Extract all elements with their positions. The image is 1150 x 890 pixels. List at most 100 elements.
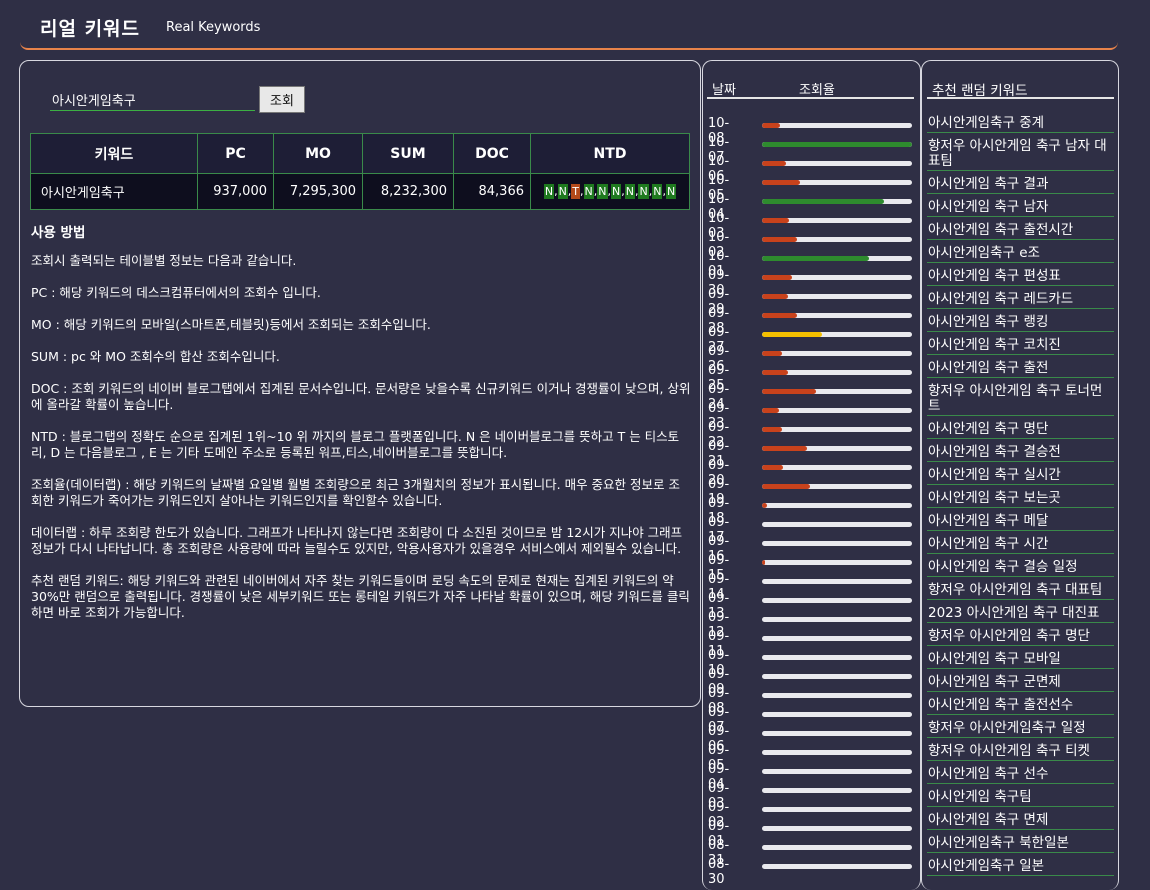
keyword-search-input[interactable]	[50, 88, 255, 111]
trend-bar-track	[762, 199, 912, 204]
ntd-platform-badge: N	[543, 184, 555, 199]
column-header-sum: SUM	[362, 133, 454, 174]
trend-bar-track	[762, 826, 912, 831]
trend-bar-track	[762, 408, 912, 413]
trend-panel: 날짜 조회율 10-08 10-07 10-06 10-05 10-04 10-03 10-…	[702, 60, 921, 890]
recommended-keyword-link[interactable]: 아시안게임 축구 시간	[927, 537, 1114, 554]
trend-bar-track	[762, 275, 912, 280]
usage-paragraph: DOC : 조회 키워드의 네이버 블로그탭에서 집계된 문서수입니다. 문서량…	[31, 381, 691, 412]
recommended-keyword-link[interactable]: 아시안게임 축구 레드카드	[927, 292, 1114, 309]
date-column-header: 날짜	[712, 83, 736, 98]
trend-bar-track	[762, 579, 912, 584]
trend-bar-fill	[762, 142, 912, 147]
recommended-keyword-link[interactable]: 아시안게임 축구 랭킹	[927, 315, 1114, 332]
recommended-keyword-link[interactable]: 아시안게임 축구 출전선수	[927, 698, 1114, 715]
recommended-keyword-link[interactable]: 아시안게임 축구 보는곳	[927, 491, 1114, 508]
table-row: 아시안게임축구 937,000 7,295,300 8,232,300 84,3…	[30, 173, 690, 210]
recommended-keyword-link[interactable]: 아시안게임축구 중계	[927, 116, 1114, 133]
usage-title: 사용 방법	[31, 225, 86, 241]
column-header-doc: DOC	[453, 133, 531, 174]
trend-bar-fill	[762, 218, 789, 223]
trend-bar-track	[762, 636, 912, 641]
recommended-keyword-link[interactable]: 2023 아시안게임 축구 대진표	[927, 606, 1114, 623]
usage-paragraph: 추천 랜덤 키워드: 해당 키워드와 관련된 네이버에서 자주 찾는 키워드들이…	[31, 573, 690, 620]
trend-bar-fill	[762, 408, 779, 413]
recommended-keyword-link[interactable]: 항저우 아시안게임 축구 티켓	[927, 744, 1114, 761]
site-title[interactable]: 리얼 키워드	[40, 14, 140, 41]
trend-bar-track	[762, 503, 912, 508]
trend-bar-track	[762, 427, 912, 432]
trend-bar-track	[762, 522, 912, 527]
recommended-keyword-link[interactable]: 아시안게임 축구 결승 일정	[927, 560, 1114, 577]
recommended-keyword-link[interactable]: 아시안게임 축구 결승전	[927, 445, 1114, 462]
cell-pc: 937,000	[197, 173, 274, 210]
trend-bar-track	[762, 123, 912, 128]
trend-bar-track	[762, 845, 912, 850]
trend-bar-track	[762, 313, 912, 318]
ntd-platform-badge: N	[557, 184, 568, 199]
recommended-keyword-link[interactable]: 아시안게임 축구 결과	[927, 177, 1114, 194]
recommended-keyword-link[interactable]: 항저우 아시안게임축구 일정	[927, 721, 1114, 738]
trend-bar-track	[762, 655, 912, 660]
recommended-keyword-link[interactable]: 아시안게임 축구 코치진	[927, 338, 1114, 355]
recommended-keyword-link[interactable]: 아시안게임 축구 군면제	[927, 675, 1114, 692]
ntd-platform-badge: N	[652, 184, 663, 199]
recommended-keyword-link[interactable]: 아시안게임 축구 모바일	[927, 652, 1114, 669]
trend-bar-fill	[762, 332, 822, 337]
recommended-header-divider	[927, 97, 1114, 99]
usage-paragraph: 데이터랩 : 하루 조회량 한도가 있습니다. 그래프가 나타나지 않는다면 조…	[31, 525, 683, 556]
trend-bar-fill	[762, 123, 780, 128]
recommended-keyword-link[interactable]: 아시안게임 축구 명단	[927, 422, 1114, 439]
cell-doc: 84,366	[453, 173, 531, 210]
trend-bar-track	[762, 370, 912, 375]
trend-bar-fill	[762, 294, 788, 299]
main-panel: 조회 키워드 PC MO SUM DOC NTD 아시안게임축구 937,000…	[19, 60, 701, 707]
recommended-keyword-link[interactable]: 아시안게임축구 북한일본	[927, 836, 1114, 853]
trend-bar-track	[762, 541, 912, 546]
recommended-keyword-link[interactable]: 항저우 아시안게임 축구 토너먼트	[927, 384, 1114, 416]
trend-bar-track	[762, 617, 912, 622]
trend-bar-fill	[762, 503, 767, 508]
trend-bar-track	[762, 351, 912, 356]
recommended-keyword-link[interactable]: 항저우 아시안게임 축구 명단	[927, 629, 1114, 646]
trend-bar-track	[762, 446, 912, 451]
trend-bar-track	[762, 788, 912, 793]
trend-bar-track	[762, 712, 912, 717]
cell-ntd: N,N,T,N,N,N,N,N,N,N	[530, 173, 690, 210]
trend-bar-fill	[762, 256, 869, 261]
usage-guide: 사용 방법 조회시 출력되는 테이블별 정보는 다음과 같습니다. PC : 해…	[31, 225, 691, 637]
trend-bar-track	[762, 731, 912, 736]
recommended-keyword-link[interactable]: 아시안게임축구 일본	[927, 859, 1114, 876]
recommended-keyword-link[interactable]: 아시안게임축구 e조	[927, 246, 1114, 263]
trend-header-divider	[707, 97, 914, 99]
recommended-keyword-link[interactable]: 아시안게임 축구팀	[927, 790, 1114, 807]
usage-paragraph: MO : 해당 키워드의 모바일(스마트폰,테블릿)등에서 조회되는 조회수입니…	[31, 317, 431, 332]
recommended-keyword-link[interactable]: 아시안게임 축구 남자	[927, 200, 1114, 217]
recommended-keyword-link[interactable]: 아시안게임 축구 면제	[927, 813, 1114, 830]
recommended-keyword-link[interactable]: 아시안게임 축구 편성표	[927, 269, 1114, 286]
recommended-keyword-link[interactable]: 아시안게임 축구 메달	[927, 514, 1114, 531]
rate-column-header: 조회율	[799, 83, 835, 98]
trend-bar-track	[762, 598, 912, 603]
cell-keyword: 아시안게임축구	[30, 173, 198, 210]
ntd-platform-badge: T	[571, 184, 581, 199]
recommended-keyword-link[interactable]: 아시안게임 축구 선수	[927, 767, 1114, 784]
recommended-keyword-link[interactable]: 아시안게임 축구 출전시간	[927, 223, 1114, 240]
usage-paragraph: NTD : 블로그탭의 정확도 순으로 집계된 1위~10 위 까지의 블로그 …	[31, 429, 680, 460]
trend-bar-fill	[762, 275, 792, 280]
recommended-keyword-list: 아시안게임축구 중계항저우 아시안게임 축구 남자 대표팀아시안게임 축구 결과…	[927, 116, 1114, 882]
trend-bar-fill	[762, 560, 765, 565]
trend-bar-track	[762, 693, 912, 698]
recommended-keyword-link[interactable]: 항저우 아시안게임 축구 남자 대표팀	[927, 139, 1114, 171]
trend-bar-track	[762, 389, 912, 394]
ntd-platform-badge: N	[583, 184, 594, 199]
trend-bar-track	[762, 294, 912, 299]
search-button[interactable]: 조회	[259, 86, 305, 113]
trend-bar-track	[762, 142, 912, 147]
recommended-keyword-link[interactable]: 항저우 아시안게임 축구 대표팀	[927, 583, 1114, 600]
recommended-keyword-link[interactable]: 아시안게임 축구 실시간	[927, 468, 1114, 485]
cell-sum: 8,232,300	[362, 173, 454, 210]
usage-paragraph: PC : 해당 키워드의 데스크컴퓨터에서의 조회수 입니다.	[31, 285, 321, 300]
recommended-keyword-link[interactable]: 아시안게임 축구 출전	[927, 361, 1114, 378]
trend-bar-track	[762, 218, 912, 223]
